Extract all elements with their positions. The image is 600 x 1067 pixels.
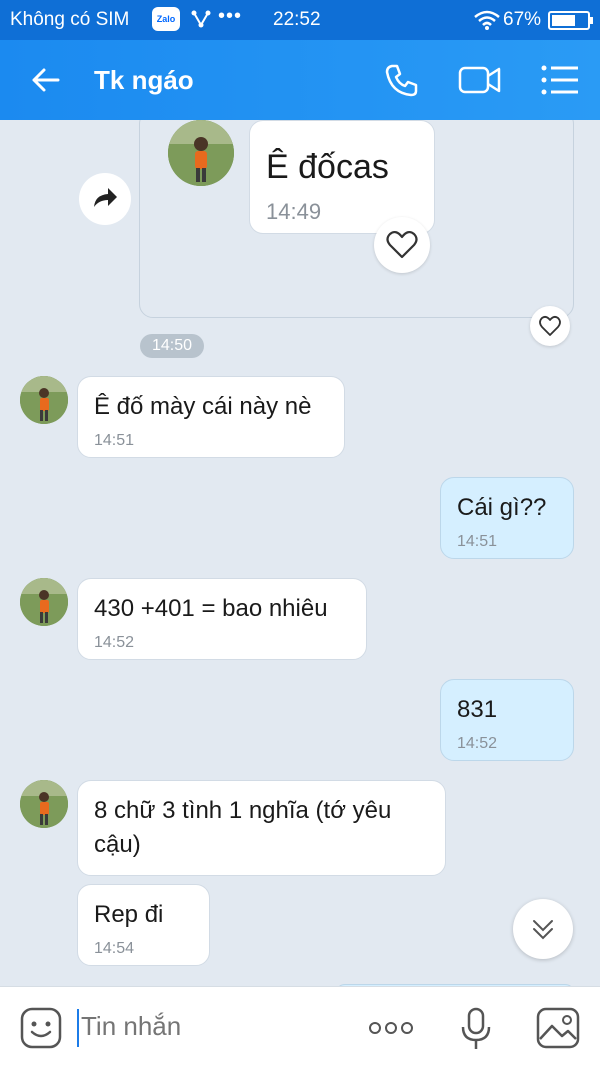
message-bubble-sent[interactable]: 831 14:52 bbox=[440, 679, 574, 761]
text-cursor bbox=[77, 1009, 79, 1047]
battery-icon bbox=[548, 11, 593, 30]
phone-call-icon[interactable] bbox=[383, 62, 419, 98]
message-text: Rep đi bbox=[94, 901, 164, 928]
status-bar: Không có SIM Zalo ••• 22:52 67% bbox=[0, 0, 600, 40]
message-bubble-received[interactable]: Ê đố mày cái này nè 14:51 bbox=[77, 376, 345, 458]
message-bubble-received[interactable]: 8 chữ 3 tình 1 nghĩa (tớ yêu cậu) bbox=[77, 780, 446, 876]
time-separator: 14:50 bbox=[140, 334, 204, 358]
message-time: 14:52 bbox=[94, 634, 135, 651]
react-heart-button[interactable] bbox=[530, 306, 570, 346]
message-text: Ê đố mày cái này nè bbox=[94, 393, 312, 420]
message-time: 14:51 bbox=[94, 432, 135, 449]
message-text-line: cậu) bbox=[94, 831, 141, 858]
carrier-label: Không có SIM bbox=[10, 9, 130, 30]
message-time: 14:54 bbox=[94, 940, 135, 957]
clock: 22:52 bbox=[273, 9, 321, 30]
more-notifications-icon: ••• bbox=[218, 5, 243, 27]
scroll-to-bottom-button[interactable] bbox=[513, 899, 573, 959]
avatar-photo bbox=[20, 376, 68, 424]
menu-list-icon[interactable] bbox=[541, 64, 579, 96]
message-text: 430 +401 = bao nhiêu bbox=[94, 595, 328, 622]
wifi-icon bbox=[474, 10, 500, 30]
forward-button[interactable] bbox=[79, 173, 131, 225]
battery-percent: 67% bbox=[503, 9, 542, 30]
heart-icon bbox=[386, 230, 418, 259]
avatar[interactable] bbox=[20, 780, 68, 828]
message-bubble-received[interactable]: Rep đi 14:54 bbox=[77, 884, 210, 966]
message-text: Ê đốcas bbox=[266, 148, 389, 186]
message-time: 14:51 bbox=[457, 533, 498, 550]
avatar-photo bbox=[20, 578, 68, 626]
message-text: Cái gì?? bbox=[457, 494, 547, 521]
avatar-photo bbox=[20, 780, 68, 828]
message-time: 14:52 bbox=[457, 735, 498, 752]
message-input-bar bbox=[0, 986, 600, 1067]
video-call-icon[interactable] bbox=[458, 64, 502, 96]
message-list[interactable]: Ê đốcas 14:49 14:50 Ê đố mày cái này nè … bbox=[0, 120, 600, 986]
zalo-notification-icon: Zalo bbox=[152, 7, 180, 31]
battery-fill bbox=[552, 15, 575, 26]
message-bubble-sent[interactable]: Cái gì?? 14:51 bbox=[440, 477, 574, 559]
avatar[interactable] bbox=[168, 120, 234, 186]
share-network-icon bbox=[191, 10, 211, 28]
message-input[interactable] bbox=[81, 1011, 341, 1042]
message-bubble-received[interactable]: 430 +401 = bao nhiêu 14:52 bbox=[77, 578, 367, 660]
message-text: 831 bbox=[457, 696, 498, 723]
microphone-icon[interactable] bbox=[460, 1007, 492, 1051]
image-gallery-icon[interactable] bbox=[536, 1007, 580, 1049]
message-text-line: 8 chữ 3 tình 1 nghĩa (tớ yêu bbox=[94, 797, 392, 824]
avatar-photo bbox=[168, 120, 234, 186]
more-options-icon[interactable] bbox=[366, 1013, 416, 1043]
avatar[interactable] bbox=[20, 376, 68, 424]
double-chevron-down-icon bbox=[533, 920, 553, 940]
forward-arrow-icon bbox=[94, 188, 117, 207]
heart-icon bbox=[539, 315, 561, 336]
contact-name[interactable]: Tk ngáo bbox=[94, 65, 194, 96]
chat-header: Tk ngáo bbox=[0, 40, 600, 120]
message-time: 14:49 bbox=[266, 199, 322, 224]
avatar[interactable] bbox=[20, 578, 68, 626]
back-arrow-icon[interactable] bbox=[28, 62, 64, 98]
sticker-emoji-icon[interactable] bbox=[20, 1007, 62, 1049]
react-heart-button[interactable] bbox=[374, 217, 430, 273]
